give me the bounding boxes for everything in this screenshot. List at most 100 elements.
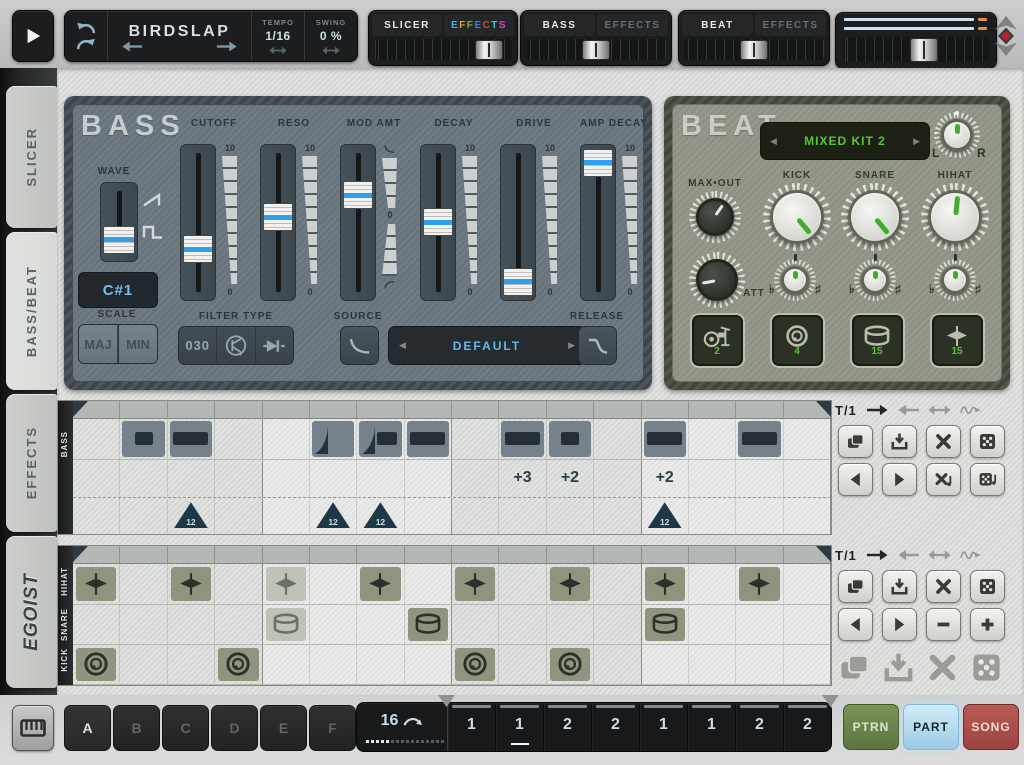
bass-note[interactable] — [359, 421, 401, 457]
step-cell[interactable] — [547, 605, 594, 644]
step-cell[interactable] — [215, 605, 262, 644]
step-cell[interactable] — [310, 564, 357, 604]
preset-prev-icon[interactable] — [120, 41, 144, 52]
step-cell[interactable] — [784, 460, 831, 498]
bass-note[interactable] — [644, 421, 686, 457]
bass-note[interactable] — [312, 421, 354, 457]
step-cell[interactable] — [168, 564, 215, 604]
preset-next-arrow-icon[interactable]: ▶ — [568, 340, 575, 351]
step-cell[interactable] — [547, 645, 594, 684]
timeline-cell[interactable] — [642, 401, 689, 418]
mini-slider-handle[interactable] — [582, 40, 610, 60]
part-cell-1[interactable]: 1 — [448, 703, 496, 751]
step-cell[interactable] — [73, 564, 120, 604]
step-cell[interactable] — [215, 419, 262, 459]
keyboard-button[interactable] — [12, 705, 54, 751]
bass-effects-tab[interactable]: EFFECTS — [597, 14, 668, 36]
bank-key-b[interactable]: B — [113, 705, 160, 751]
paste-button[interactable] — [882, 570, 917, 603]
slider-handle[interactable] — [503, 268, 533, 296]
copy-button[interactable] — [838, 425, 873, 458]
timeline-cell[interactable] — [168, 401, 215, 418]
play-button[interactable] — [12, 10, 54, 62]
swing-control[interactable]: SWING 0 % — [304, 11, 357, 61]
master-volume-slider[interactable] — [843, 37, 989, 62]
step-cell[interactable] — [405, 564, 452, 604]
timeline-cell[interactable] — [120, 401, 167, 418]
hihat-step[interactable] — [360, 567, 400, 601]
part-cell-6[interactable]: 1 — [688, 703, 736, 751]
wave-slider[interactable] — [100, 182, 138, 262]
slicer-mix-slider[interactable] — [374, 39, 512, 60]
zigzag-icon[interactable] — [959, 549, 982, 561]
timeline-cell[interactable] — [405, 401, 452, 418]
step-cell[interactable]: +3 — [499, 460, 546, 498]
scale-maj-button[interactable]: MAJ — [79, 325, 117, 363]
arrow-lr-icon[interactable] — [928, 549, 951, 561]
kick-step[interactable] — [550, 648, 590, 681]
slider-handle[interactable] — [343, 181, 373, 209]
step-cell[interactable] — [736, 564, 783, 604]
step-cell[interactable] — [736, 645, 783, 684]
step-cell[interactable] — [452, 605, 499, 644]
step-cell[interactable] — [689, 645, 736, 684]
dice-button[interactable] — [970, 570, 1005, 603]
step-cell[interactable] — [784, 419, 831, 459]
step-cell[interactable] — [594, 645, 641, 684]
egoist-logo-tab[interactable]: EGOIST — [6, 536, 57, 688]
step-cell[interactable] — [263, 605, 310, 644]
step-cell[interactable] — [499, 645, 546, 684]
step-cell[interactable] — [452, 564, 499, 604]
velocity-marker[interactable]: 12 — [174, 502, 208, 528]
step-cell[interactable] — [215, 564, 262, 604]
slider-track[interactable] — [260, 144, 296, 301]
timeline-cell[interactable] — [120, 546, 167, 563]
filter-type-selector[interactable]: 030 — [178, 326, 294, 365]
part-cell-4[interactable]: 2 — [592, 703, 640, 751]
timeline-cell[interactable] — [357, 546, 404, 563]
step-cell[interactable] — [784, 564, 831, 604]
timeline-cell[interactable] — [689, 401, 736, 418]
step-cell[interactable] — [215, 460, 262, 498]
hihat-step[interactable] — [550, 567, 590, 601]
step-cell[interactable] — [357, 419, 404, 459]
snaredrum-pad[interactable]: 15 — [852, 315, 903, 366]
step-cell[interactable] — [452, 460, 499, 498]
timeline-cell[interactable] — [215, 401, 262, 418]
step-cell[interactable] — [405, 645, 452, 684]
part-cell-2[interactable]: 1 — [496, 703, 544, 751]
hihat-step[interactable] — [171, 567, 211, 601]
song-button[interactable]: SONG — [963, 704, 1019, 750]
step-cell[interactable] — [168, 605, 215, 644]
step-cell[interactable] — [357, 564, 404, 604]
clear-button[interactable] — [926, 425, 961, 458]
step-cell[interactable] — [499, 498, 546, 534]
paste-button[interactable] — [882, 425, 917, 458]
bass-note-display[interactable]: C#1 — [78, 272, 158, 308]
plus-button[interactable] — [970, 608, 1005, 641]
timeline-cell[interactable] — [215, 546, 262, 563]
step-cell[interactable] — [499, 605, 546, 644]
part-cell-8[interactable]: 2 — [784, 703, 831, 751]
hihat-step[interactable] — [76, 567, 116, 601]
filter-type-value[interactable]: 030 — [179, 327, 216, 364]
step-cell[interactable] — [73, 419, 120, 459]
step-cell[interactable] — [689, 498, 736, 534]
step-cell[interactable] — [594, 460, 641, 498]
dice-button[interactable] — [970, 425, 1005, 458]
beat-mix-slider[interactable] — [684, 39, 824, 60]
next-button[interactable] — [882, 463, 917, 496]
step-cell[interactable] — [405, 460, 452, 498]
redo-icon[interactable] — [75, 38, 97, 51]
step-cell[interactable] — [642, 419, 689, 459]
bank-key-f[interactable]: F — [309, 705, 356, 751]
step-cell[interactable] — [594, 605, 641, 644]
step-cell[interactable] — [689, 605, 736, 644]
pattern-length-cell[interactable]: 16 — [357, 703, 448, 751]
step-cell[interactable]: 12 — [642, 498, 689, 534]
bass-note[interactable] — [738, 421, 780, 457]
step-cell[interactable] — [120, 419, 167, 459]
timeline-cell[interactable] — [499, 546, 546, 563]
kick-step[interactable] — [76, 648, 116, 681]
step-cell[interactable] — [120, 564, 167, 604]
